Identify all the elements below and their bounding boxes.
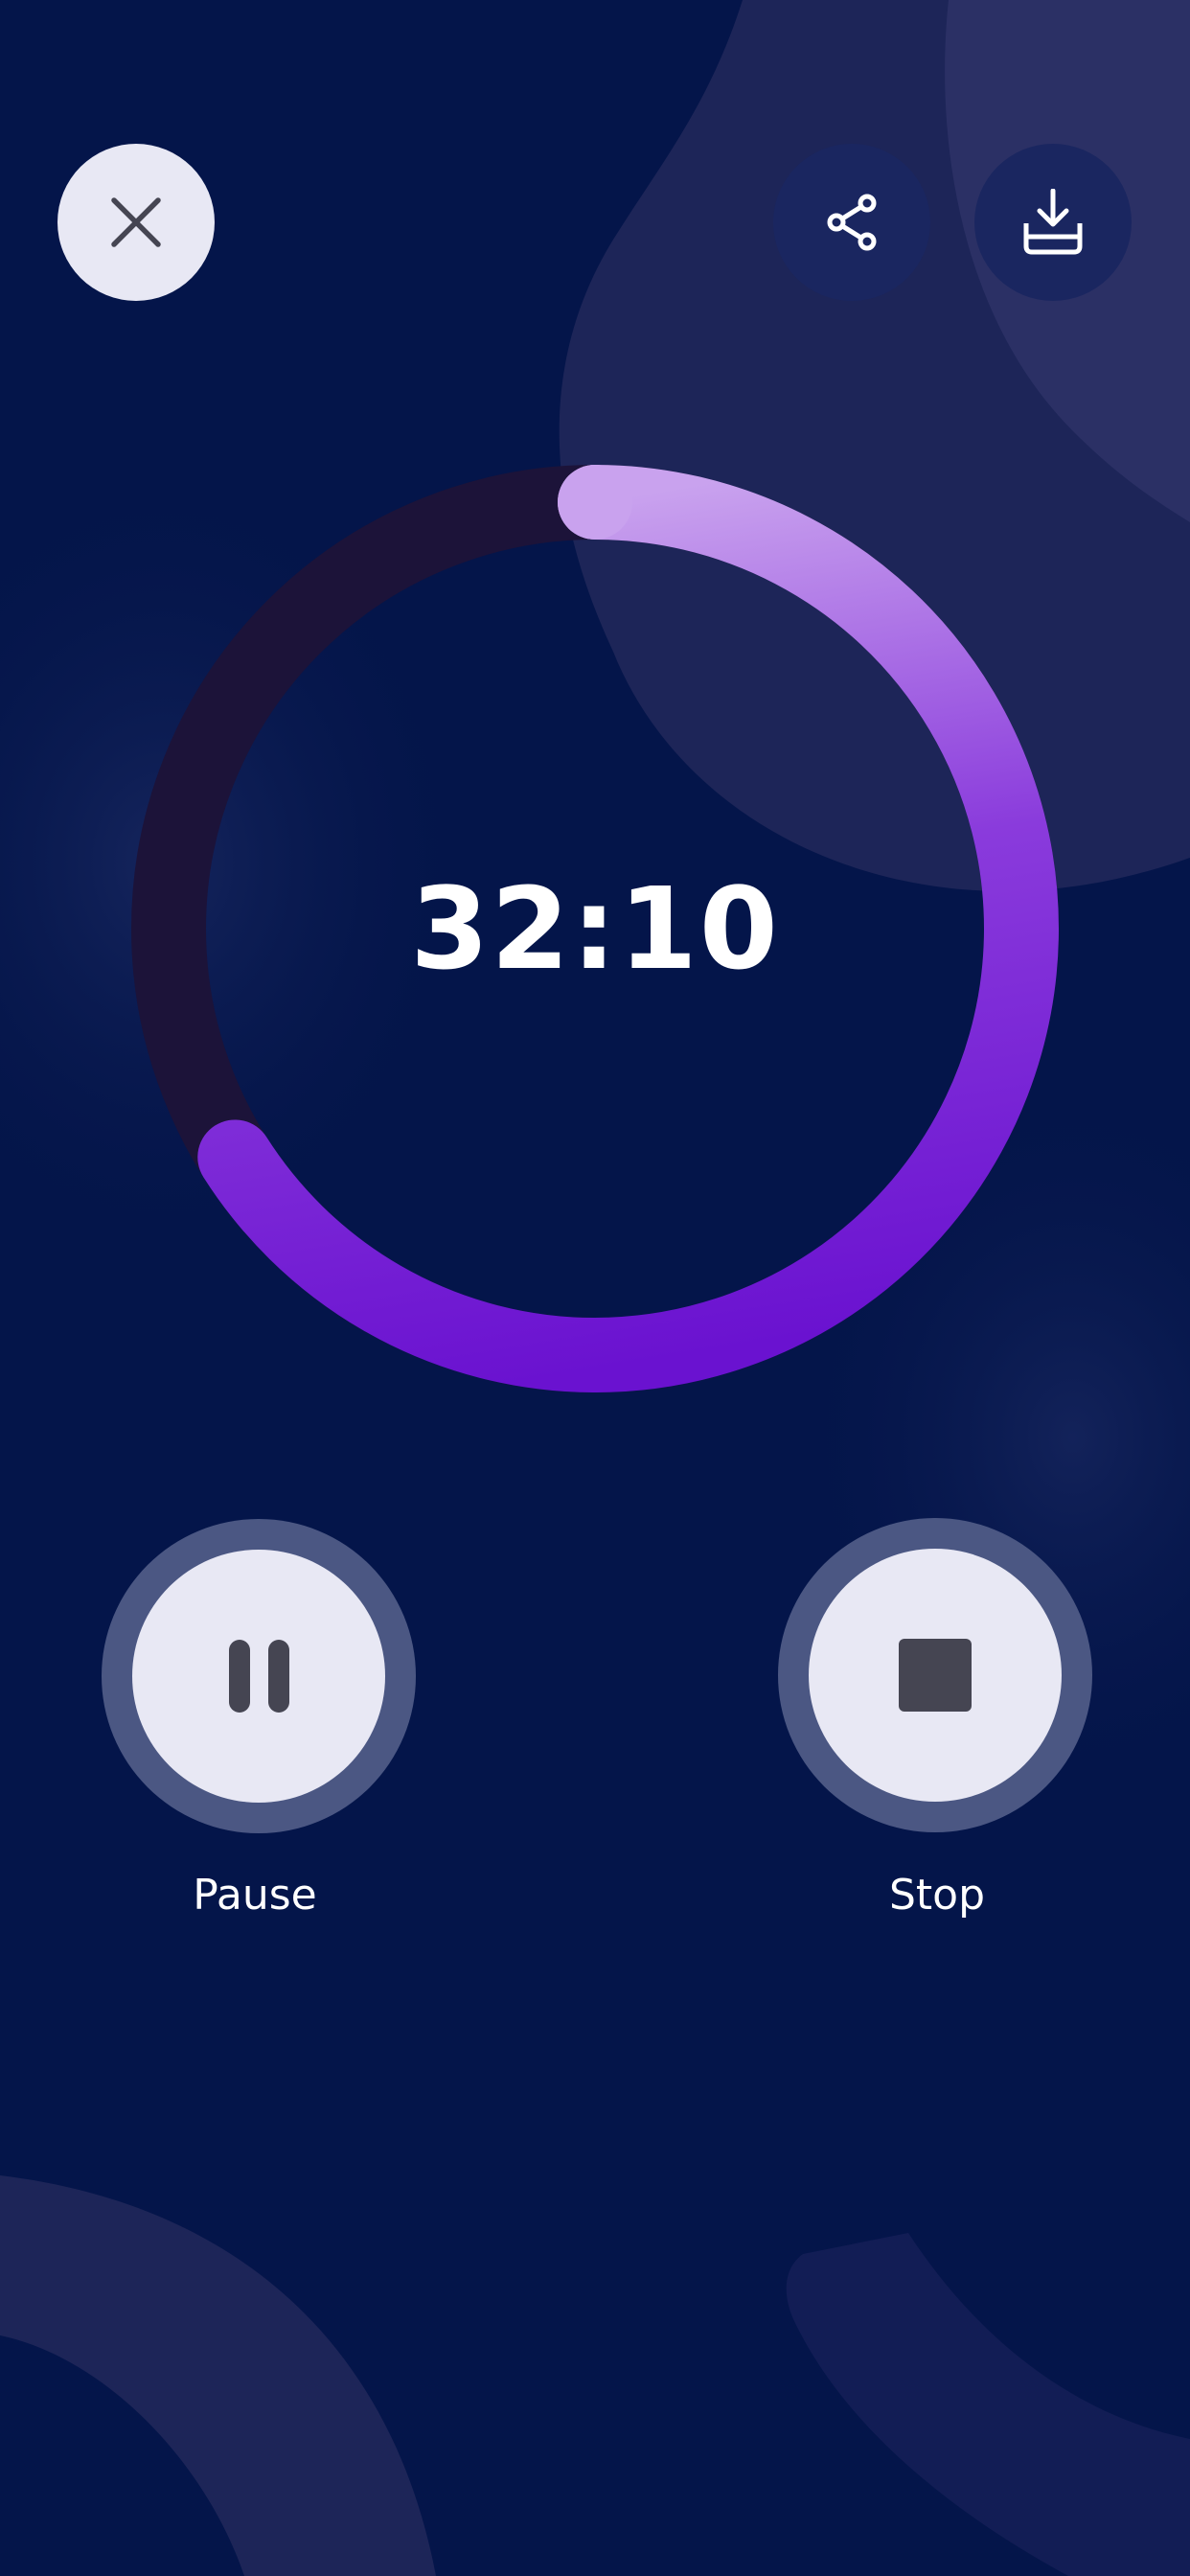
download-button[interactable]: [974, 144, 1132, 301]
close-button[interactable]: [57, 144, 215, 301]
pause-button-face: [132, 1550, 385, 1803]
timer-screen: 32:10 Pause Stop: [0, 0, 1190, 2576]
pause-icon: [228, 1640, 289, 1713]
pause-button[interactable]: [102, 1519, 416, 1833]
stop-label: Stop: [888, 1871, 986, 1920]
close-icon: [111, 197, 161, 247]
pause-label: Pause: [193, 1871, 317, 1920]
share-button[interactable]: [773, 144, 930, 301]
share-icon: [827, 194, 877, 251]
download-icon: [1023, 189, 1083, 255]
stop-button-face: [809, 1549, 1062, 1802]
stop-button[interactable]: [778, 1518, 1092, 1832]
timer-display: 32:10: [410, 862, 780, 995]
stop-icon: [899, 1639, 972, 1712]
